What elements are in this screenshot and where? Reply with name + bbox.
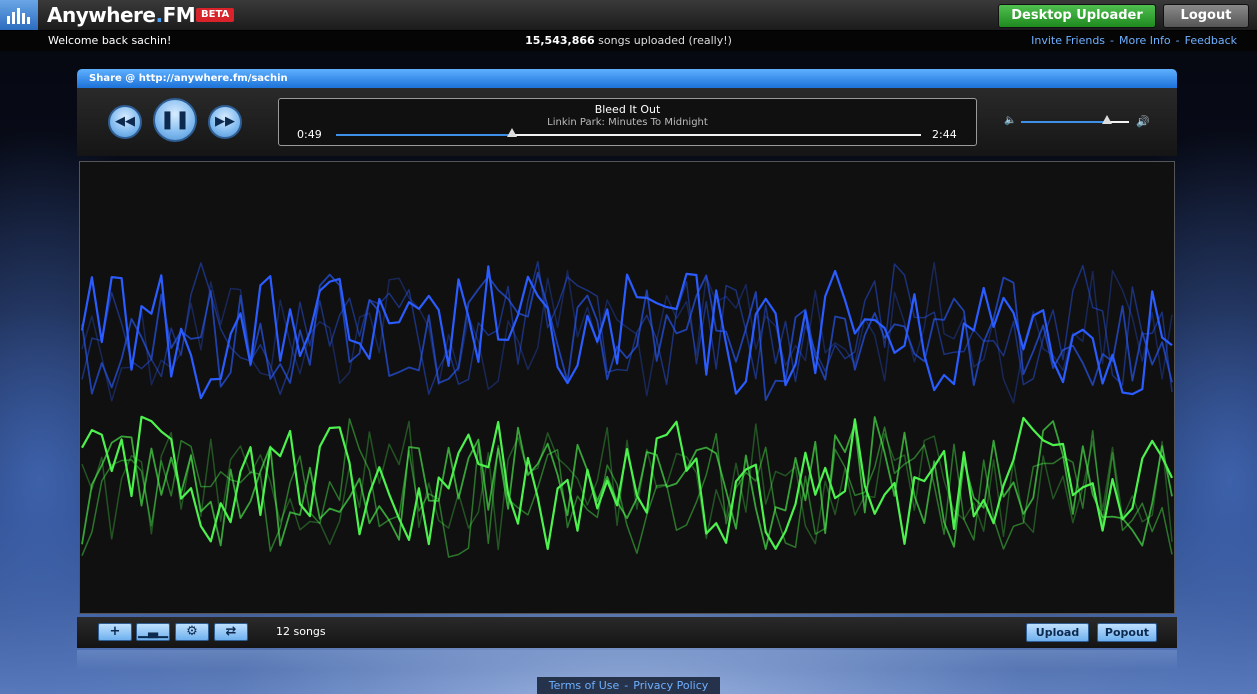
footer-links: Terms of Use - Privacy Policy	[537, 677, 720, 694]
logout-button[interactable]: Logout	[1163, 4, 1249, 28]
brand-logo[interactable]: Anywhere.FM	[47, 3, 196, 27]
audio-visualizer	[79, 161, 1175, 614]
pause-icon: ❚❚	[159, 109, 191, 130]
top-bar: Anywhere.FM BETA Desktop Uploader Logout	[0, 0, 1257, 31]
green-waveform-1	[81, 420, 1173, 551]
popout-button[interactable]: Popout	[1097, 623, 1157, 642]
total-time: 2:44	[932, 128, 957, 141]
desktop-uploader-button[interactable]: Desktop Uploader	[998, 4, 1156, 28]
green-waveform-3	[81, 416, 1173, 551]
volume-high-icon[interactable]: 🔊	[1136, 115, 1150, 128]
track-title: Bleed It Out	[594, 103, 661, 116]
track-artist-album: Linkin Park: Minutes To Midnight	[547, 117, 708, 128]
seek-handle[interactable]	[506, 128, 517, 137]
shuffle-icon[interactable]: ⇄	[214, 623, 248, 641]
terms-of-use-link[interactable]: Terms of Use	[549, 679, 620, 692]
rewind-button[interactable]: ◀◀	[108, 105, 142, 139]
equalizer-icon[interactable]: ▁▃▁	[136, 623, 170, 641]
privacy-policy-link[interactable]: Privacy Policy	[633, 679, 708, 692]
add-icon[interactable]: +	[98, 623, 132, 641]
beta-badge: BETA	[196, 8, 235, 22]
feedback-link[interactable]: Feedback	[1185, 34, 1237, 47]
volume-handle[interactable]	[1102, 115, 1113, 124]
volume-slider-fill	[1021, 121, 1108, 123]
seek-bar[interactable]	[336, 128, 921, 137]
player-reflection	[77, 650, 1177, 670]
header-links: Invite Friends - More Info - Feedback	[1031, 34, 1237, 47]
player-window: Share @ http://anywhere.fm/sachin ◀◀ ❚❚ …	[77, 69, 1177, 649]
playlist-toolbar: + ▁▃▁ ⚙ ⇄ 12 songs Upload Popout	[77, 617, 1177, 648]
fast-forward-icon: ▶▶	[215, 114, 235, 129]
logo-equalizer-icon[interactable]	[0, 0, 38, 30]
elapsed-time: 0:49	[297, 128, 322, 141]
green-waveform-4	[81, 415, 1173, 550]
gears-icon[interactable]: ⚙	[175, 623, 209, 641]
invite-friends-link[interactable]: Invite Friends	[1031, 34, 1105, 47]
now-playing-panel: Bleed It Out Linkin Park: Minutes To Mid…	[278, 98, 977, 146]
song-count: 12 songs	[276, 625, 326, 638]
rewind-icon: ◀◀	[115, 114, 135, 129]
fast-forward-button[interactable]: ▶▶	[208, 105, 242, 139]
share-link[interactable]: Share @ http://anywhere.fm/sachin	[89, 73, 288, 84]
volume-low-icon[interactable]: 🔈	[1004, 115, 1016, 126]
visualizer-waveforms	[80, 260, 1173, 558]
seek-bar-fill	[336, 134, 512, 136]
pause-button[interactable]: ❚❚	[153, 98, 197, 142]
share-bar: Share @ http://anywhere.fm/sachin	[77, 69, 1177, 88]
more-info-link[interactable]: More Info	[1119, 34, 1171, 47]
status-bar: Welcome back sachin! 15,543,866 songs up…	[0, 31, 1257, 51]
volume-slider[interactable]	[1021, 115, 1129, 124]
upload-button[interactable]: Upload	[1026, 623, 1089, 642]
playback-controls: ◀◀ ❚❚ ▶▶ Bleed It Out Linkin Park: Minut…	[77, 88, 1177, 156]
